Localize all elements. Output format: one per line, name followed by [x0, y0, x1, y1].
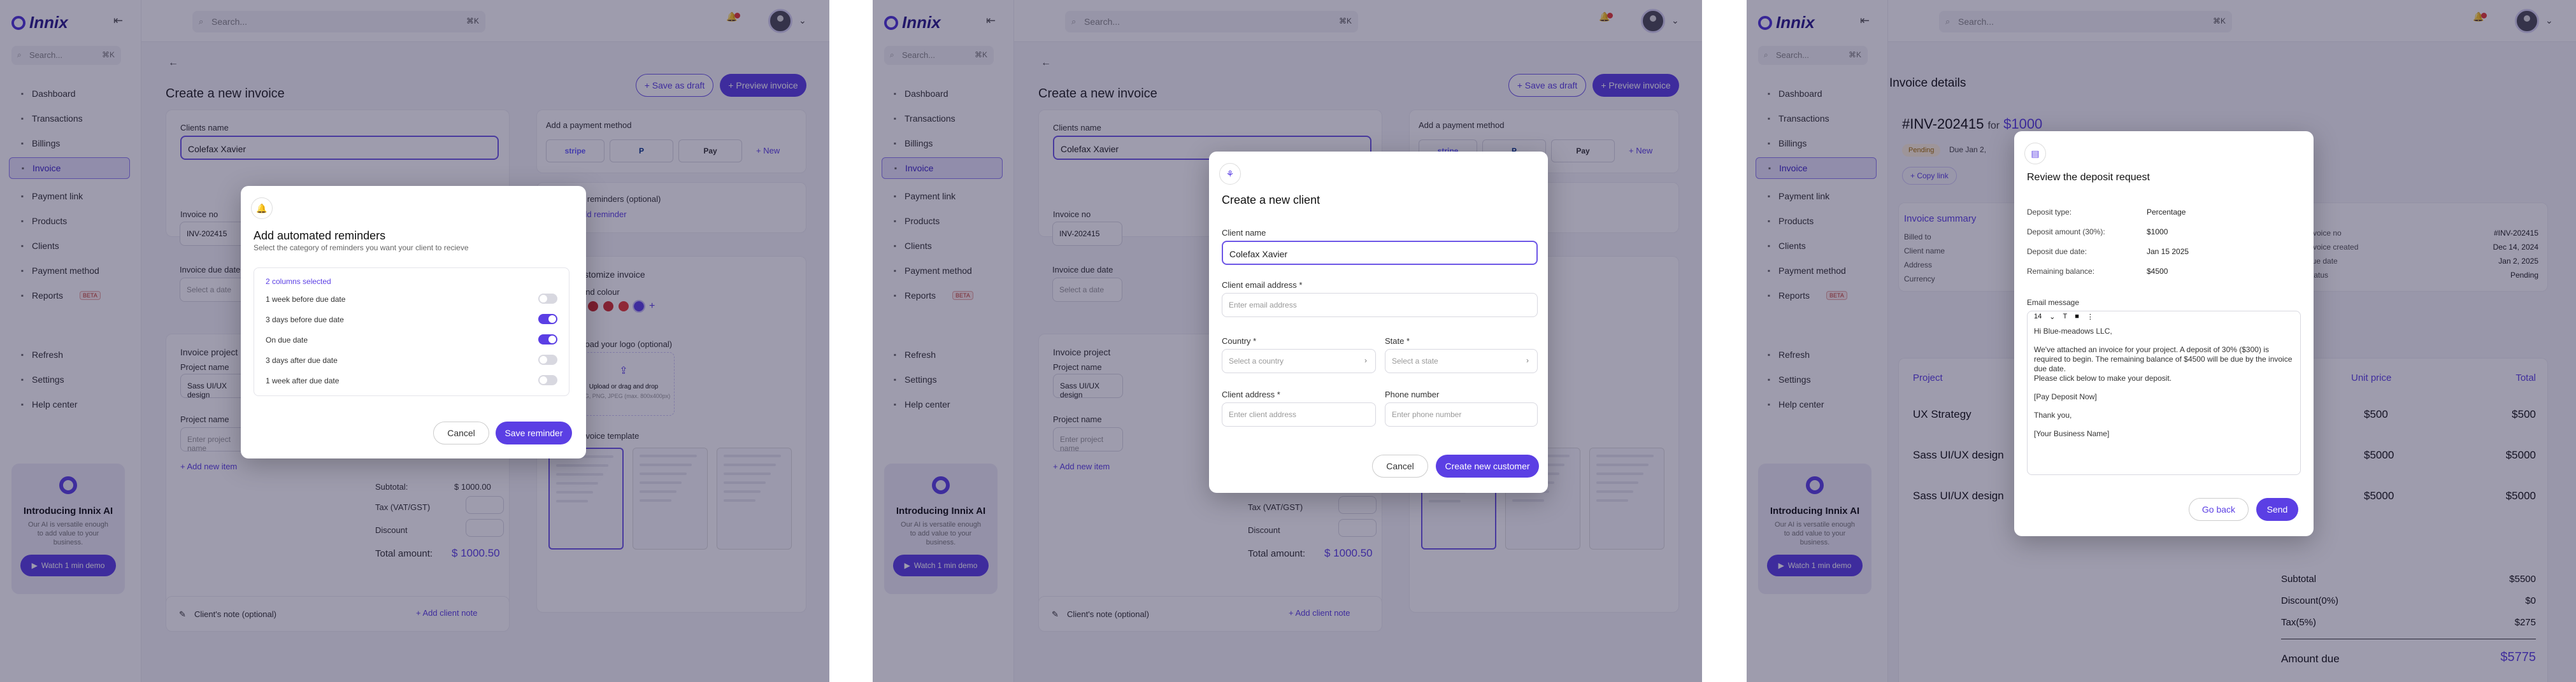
- chevron-down-icon: ›: [1364, 356, 1367, 365]
- toggle-knob: [540, 295, 547, 302]
- email-message-label: Email message: [2027, 298, 2080, 307]
- create-customer-button[interactable]: Create new customer: [1436, 455, 1539, 478]
- message-line: [2034, 383, 2294, 392]
- message-line: Thank you,: [2034, 411, 2072, 420]
- screen-reminders: Innix ⇤ ⌕ Search... ⌘K ▪ Dashboard ▪ Transact…: [0, 0, 829, 682]
- client-address-label: Client address *: [1222, 390, 1280, 399]
- selected-count: 2 columns selected: [266, 277, 331, 286]
- chevron-down-icon[interactable]: ⌄: [2049, 313, 2055, 321]
- color-icon[interactable]: ■: [2075, 313, 2079, 321]
- reminder-options-box: 2 columns selected 1 week before due date…: [254, 267, 569, 396]
- reminder-option-label: 3 days before due date: [266, 315, 344, 324]
- modal-title: Review the deposit request: [2027, 172, 2150, 183]
- message-line: Hi Blue-meadows LLC,: [2034, 327, 2112, 336]
- modal-title: Add automated reminders: [254, 229, 386, 242]
- state-label: State *: [1385, 336, 1410, 346]
- country-field[interactable]: Select a country: [1222, 349, 1376, 373]
- client-email-field[interactable]: Enter email address: [1222, 293, 1538, 317]
- phone-label: Phone number: [1385, 390, 1440, 399]
- state-field[interactable]: Select a state: [1385, 349, 1538, 373]
- message-line: We've attached an invoice for your proje…: [2034, 345, 2293, 373]
- reminder-option-label: 1 week before due date: [266, 295, 346, 304]
- screen-details: Innix ⇤ ⌕ Search... ⌘K ▪ Dashboard ▪ Transact…: [1747, 0, 2576, 682]
- reminder-option-label: On due date: [266, 336, 308, 345]
- message-line: [2034, 402, 2294, 411]
- phone-field[interactable]: Enter phone number: [1385, 402, 1538, 427]
- go-back-button[interactable]: Go back: [2189, 498, 2249, 521]
- message-line: [Your Business Name]: [2034, 429, 2110, 438]
- email-message-editor[interactable]: 14 ⌄ T ■ ⋮ Hi Blue-meadows LLC, We've attached…: [2027, 311, 2301, 475]
- reminder-toggle[interactable]: [538, 314, 557, 324]
- reminder-option-label: 1 week after due date: [266, 376, 340, 385]
- save-reminder-button[interactable]: Save reminder: [496, 422, 572, 444]
- bell-icon: 🔔: [251, 197, 273, 219]
- toggle-knob: [540, 376, 547, 384]
- deposit-value: Percentage: [2147, 208, 2186, 217]
- deposit-key: Deposit type:: [2027, 208, 2072, 217]
- deposit-value: $4500: [2147, 267, 2168, 276]
- more-icon[interactable]: ⋮: [2087, 313, 2094, 321]
- cancel-button[interactable]: Cancel: [433, 422, 489, 444]
- country-label: Country *: [1222, 336, 1257, 346]
- modal-subtitle: Select the category of reminders you wan…: [254, 243, 469, 252]
- reminder-toggle[interactable]: [538, 375, 557, 385]
- send-button[interactable]: Send: [2256, 498, 2298, 521]
- text-format-icon[interactable]: T: [2063, 313, 2067, 321]
- cancel-button[interactable]: Cancel: [1372, 455, 1428, 478]
- deposit-review-modal: ▤ Review the deposit request Deposit type:…: [2014, 131, 2314, 536]
- reminder-toggle[interactable]: [538, 355, 557, 365]
- message-line: [2034, 336, 2294, 345]
- deposit-key: Deposit due date:: [2027, 247, 2087, 256]
- reminder-toggle[interactable]: [538, 294, 557, 304]
- message-line: [Pay Deposit Now]: [2034, 392, 2097, 401]
- deposit-key: Remaining balance:: [2027, 267, 2095, 276]
- deposit-key: Deposit amount (30%):: [2027, 227, 2105, 236]
- client-name-label: Client name: [1222, 228, 1266, 238]
- client-name-field[interactable]: Colefax Xavier: [1222, 241, 1538, 265]
- message-line: [2034, 420, 2294, 429]
- font-size-select[interactable]: 14: [2034, 313, 2042, 321]
- toggle-knob: [548, 336, 556, 343]
- reminder-toggle[interactable]: [538, 334, 557, 345]
- client-email-label: Client email address *: [1222, 280, 1303, 290]
- chevron-down-icon: ›: [1526, 356, 1529, 365]
- toggle-knob: [548, 315, 556, 323]
- editor-toolbar: 14 ⌄ T ■ ⋮: [2034, 313, 2094, 321]
- document-icon: ▤: [2024, 143, 2046, 164]
- reminder-option-label: 3 days after due date: [266, 356, 338, 365]
- message-line: Please click below to make your deposit.: [2034, 374, 2172, 383]
- deposit-value: Jan 15 2025: [2147, 247, 2189, 256]
- screen-client: Innix ⇤ ⌕ Search... ⌘K ▪ Dashboard ▪ Transact…: [873, 0, 1702, 682]
- client-icon: ⚘: [1219, 163, 1241, 185]
- create-client-modal: ⚘ Create a new client Client name Colefax X…: [1209, 152, 1548, 493]
- toggle-knob: [540, 356, 547, 364]
- deposit-value: $1000: [2147, 227, 2168, 236]
- modal-title: Create a new client: [1222, 194, 1320, 206]
- reminders-modal: 🔔 Add automated reminders Select the categ…: [241, 186, 586, 458]
- client-address-field[interactable]: Enter client address: [1222, 402, 1376, 427]
- email-message-body: Hi Blue-meadows LLC, We've attached an in…: [2034, 327, 2294, 439]
